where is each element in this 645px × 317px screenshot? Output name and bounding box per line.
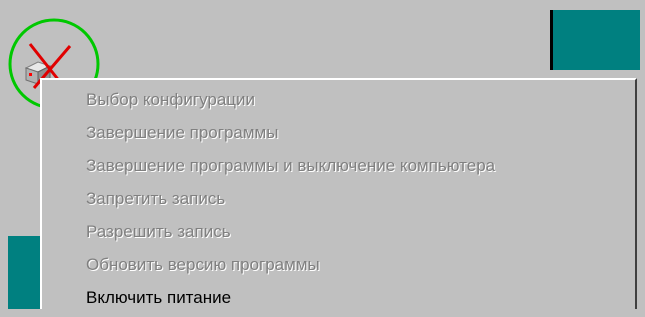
menu-item-update-version[interactable]: Обновить версию программы	[86, 249, 320, 281]
menu-item-enable-recording[interactable]: Разрешить запись	[86, 216, 231, 248]
menu-item-power-on[interactable]: Включить питание	[86, 282, 231, 314]
menu-item-select-configuration[interactable]: Выбор конфигурации	[86, 84, 255, 116]
desktop-background	[8, 236, 40, 309]
menu-item-exit-and-shutdown[interactable]: Завершение программы и выключение компью…	[86, 150, 495, 182]
desktop-background	[550, 10, 640, 70]
context-menu: Выбор конфигурации Завершение программы …	[40, 78, 637, 309]
menu-item-exit-program[interactable]: Завершение программы	[86, 117, 278, 149]
menu-item-disable-recording[interactable]: Запретить запись	[86, 183, 225, 215]
